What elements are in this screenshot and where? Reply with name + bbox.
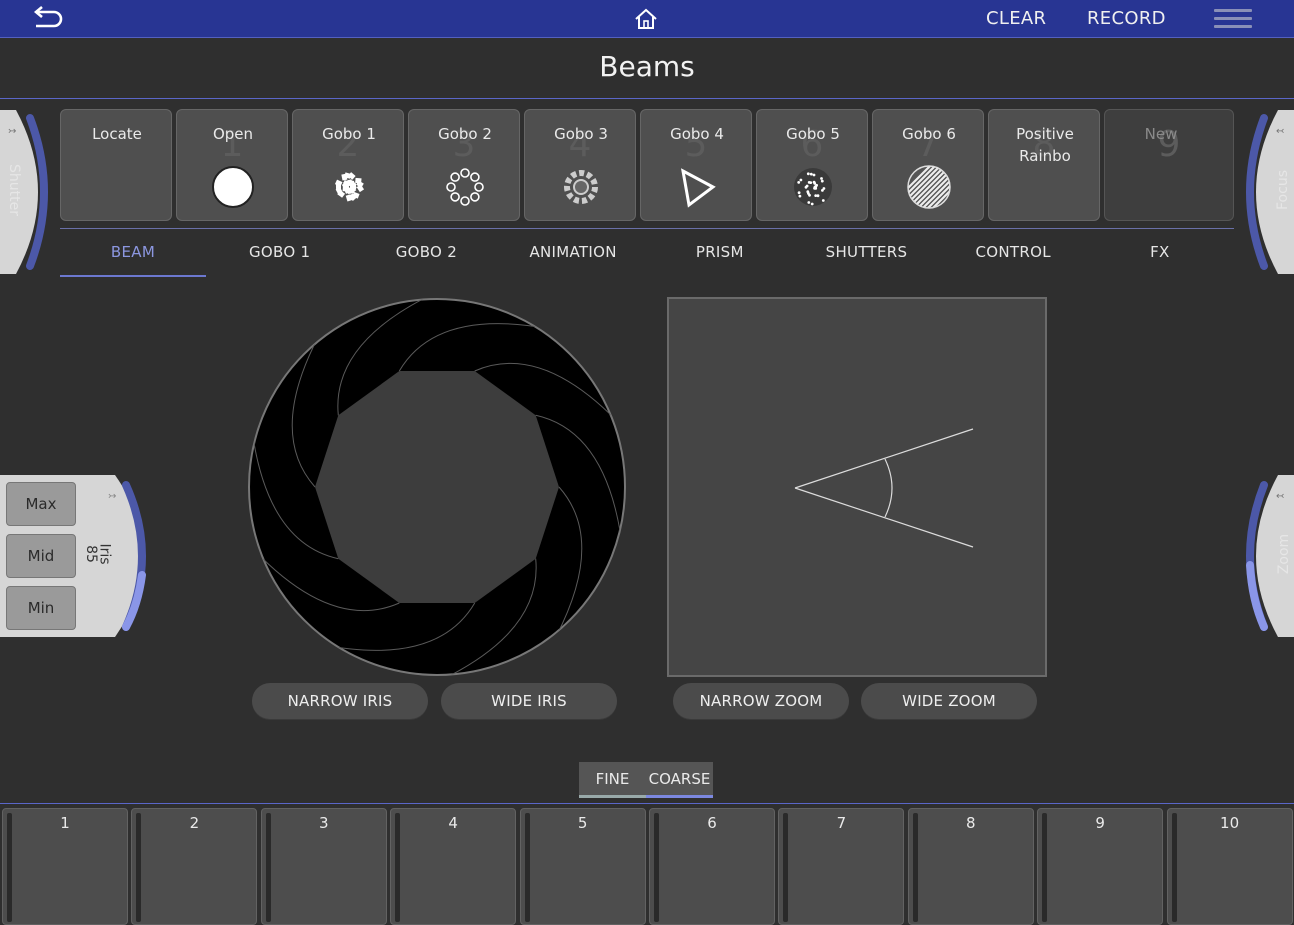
palette-label: Gobo 4: [670, 125, 724, 143]
tabs-divider: [60, 228, 1234, 229]
open-white-circle-icon: [212, 166, 254, 208]
zoom-label: Zoom: [1276, 533, 1293, 575]
iris-min-button[interactable]: Min: [6, 586, 76, 630]
gobo-stars-icon: [794, 168, 832, 206]
home-icon[interactable]: [632, 6, 660, 32]
palette-label: Gobo 6: [902, 125, 956, 143]
narrow-zoom-button[interactable]: NARROW ZOOM: [673, 683, 849, 719]
zoom-angle-display[interactable]: [667, 297, 1047, 677]
hamburger-menu-icon[interactable]: [1214, 9, 1252, 31]
tab-gobo-1[interactable]: GOBO 1: [207, 243, 353, 261]
svg-text:↢: ↢: [1276, 126, 1284, 137]
playback-fader[interactable]: 1: [2, 808, 128, 925]
playback-fader[interactable]: 9: [1037, 808, 1164, 925]
palette-tile[interactable]: Locate: [60, 109, 172, 221]
fine-button[interactable]: FINE: [579, 762, 646, 798]
tab-animation[interactable]: ANIMATION: [500, 243, 646, 261]
playback-fader[interactable]: 10: [1166, 808, 1293, 925]
palette-tile[interactable]: 2 Gobo 1: [292, 109, 404, 221]
tab-gobo-2[interactable]: GOBO 2: [353, 243, 499, 261]
playback-fader[interactable]: 3: [260, 808, 387, 925]
svg-text:↣: ↣: [8, 126, 16, 137]
title-divider: [0, 98, 1294, 99]
top-bar: CLEAR RECORD: [0, 0, 1294, 38]
palette-tile[interactable]: 3 Gobo 2: [408, 109, 520, 221]
tab-prism[interactable]: PRISM: [647, 243, 793, 261]
palette-tile[interactable]: 8 Positive Rainbo: [988, 109, 1100, 221]
back-arrow-icon[interactable]: [30, 6, 66, 32]
tab-beam[interactable]: BEAM: [60, 243, 206, 261]
tab-control[interactable]: CONTROL: [940, 243, 1086, 261]
palette-label: Gobo 1: [322, 125, 376, 143]
iris-label: Iris: [96, 543, 113, 565]
focus-label: Focus: [1274, 170, 1291, 210]
playback-fader[interactable]: 8: [907, 808, 1034, 925]
palette-label: Open: [212, 125, 254, 143]
playback-number: 5: [577, 814, 588, 832]
narrow-iris-button[interactable]: NARROW IRIS: [252, 683, 428, 719]
tab-fx[interactable]: FX: [1087, 243, 1233, 261]
playback-fader[interactable]: 7: [778, 808, 905, 925]
iris-value: 85: [82, 545, 99, 563]
palette-tile[interactable]: 6 Gobo 5: [756, 109, 868, 221]
clear-button[interactable]: CLEAR: [986, 8, 1046, 29]
palette-label: Gobo 3: [554, 125, 608, 143]
playback-number: 10: [1220, 814, 1240, 832]
playback-number: 1: [60, 814, 70, 832]
gobo-stripes-icon: [907, 165, 951, 209]
coarse-button[interactable]: COARSE: [646, 762, 713, 798]
playback-number: 9: [1095, 814, 1105, 832]
palette-tile[interactable]: 1 Open: [176, 109, 288, 221]
beam-angle-icon: [794, 428, 974, 548]
palette-label: Gobo 2: [438, 125, 492, 143]
playback-number: 2: [189, 814, 200, 832]
playback-number: 3: [319, 814, 329, 832]
palette-tile[interactable]: 5 Gobo 4: [640, 109, 752, 221]
palette-label: Locate: [92, 125, 142, 143]
palette-tile[interactable]: 7 Gobo 6: [872, 109, 984, 221]
palette-tile[interactable]: 9 New: [1104, 109, 1234, 221]
active-tab-indicator: [60, 275, 206, 277]
iris-mid-button[interactable]: Mid: [6, 534, 76, 578]
playback-fader[interactable]: 4: [390, 808, 517, 925]
gobo-shattered-icon: [334, 172, 365, 202]
palette-label: Gobo 5: [786, 125, 840, 143]
palette-label: New: [1144, 125, 1178, 143]
playback-fader[interactable]: 2: [131, 808, 258, 925]
gobo-gear-icon: [564, 170, 598, 204]
playback-fader[interactable]: 6: [649, 808, 775, 925]
record-button[interactable]: RECORD: [1087, 8, 1166, 29]
palette-label: Positive Rainbo: [1016, 125, 1074, 165]
palette-tile[interactable]: 4 Gobo 3: [524, 109, 636, 221]
wide-iris-button[interactable]: WIDE IRIS: [441, 683, 617, 719]
playback-fader[interactable]: 5: [519, 808, 646, 925]
playback-number: 7: [836, 814, 847, 832]
wide-zoom-button[interactable]: WIDE ZOOM: [861, 683, 1037, 719]
playback-divider: [0, 803, 1294, 804]
playback-number: 6: [707, 814, 717, 832]
iris-aperture-graphic[interactable]: [247, 297, 627, 677]
playback-number: 8: [966, 814, 976, 832]
gobo-triangle-icon: [680, 168, 716, 208]
resolution-toggle: FINE COARSE: [579, 762, 713, 798]
iris-max-button[interactable]: Max: [6, 482, 76, 526]
gobo-dots-ring-icon: [446, 168, 484, 206]
svg-text:↢: ↢: [1276, 491, 1284, 502]
shutter-label: Shutter: [5, 164, 22, 216]
app-root: CLEAR RECORD Beams Locate 1 Open 2 Gobo 1 3 Go…: [0, 0, 1294, 925]
page-title: Beams: [599, 50, 695, 83]
tab-shutters[interactable]: SHUTTERS: [794, 243, 940, 261]
playback-number: 4: [448, 814, 458, 832]
svg-text:↣: ↣: [108, 491, 116, 502]
